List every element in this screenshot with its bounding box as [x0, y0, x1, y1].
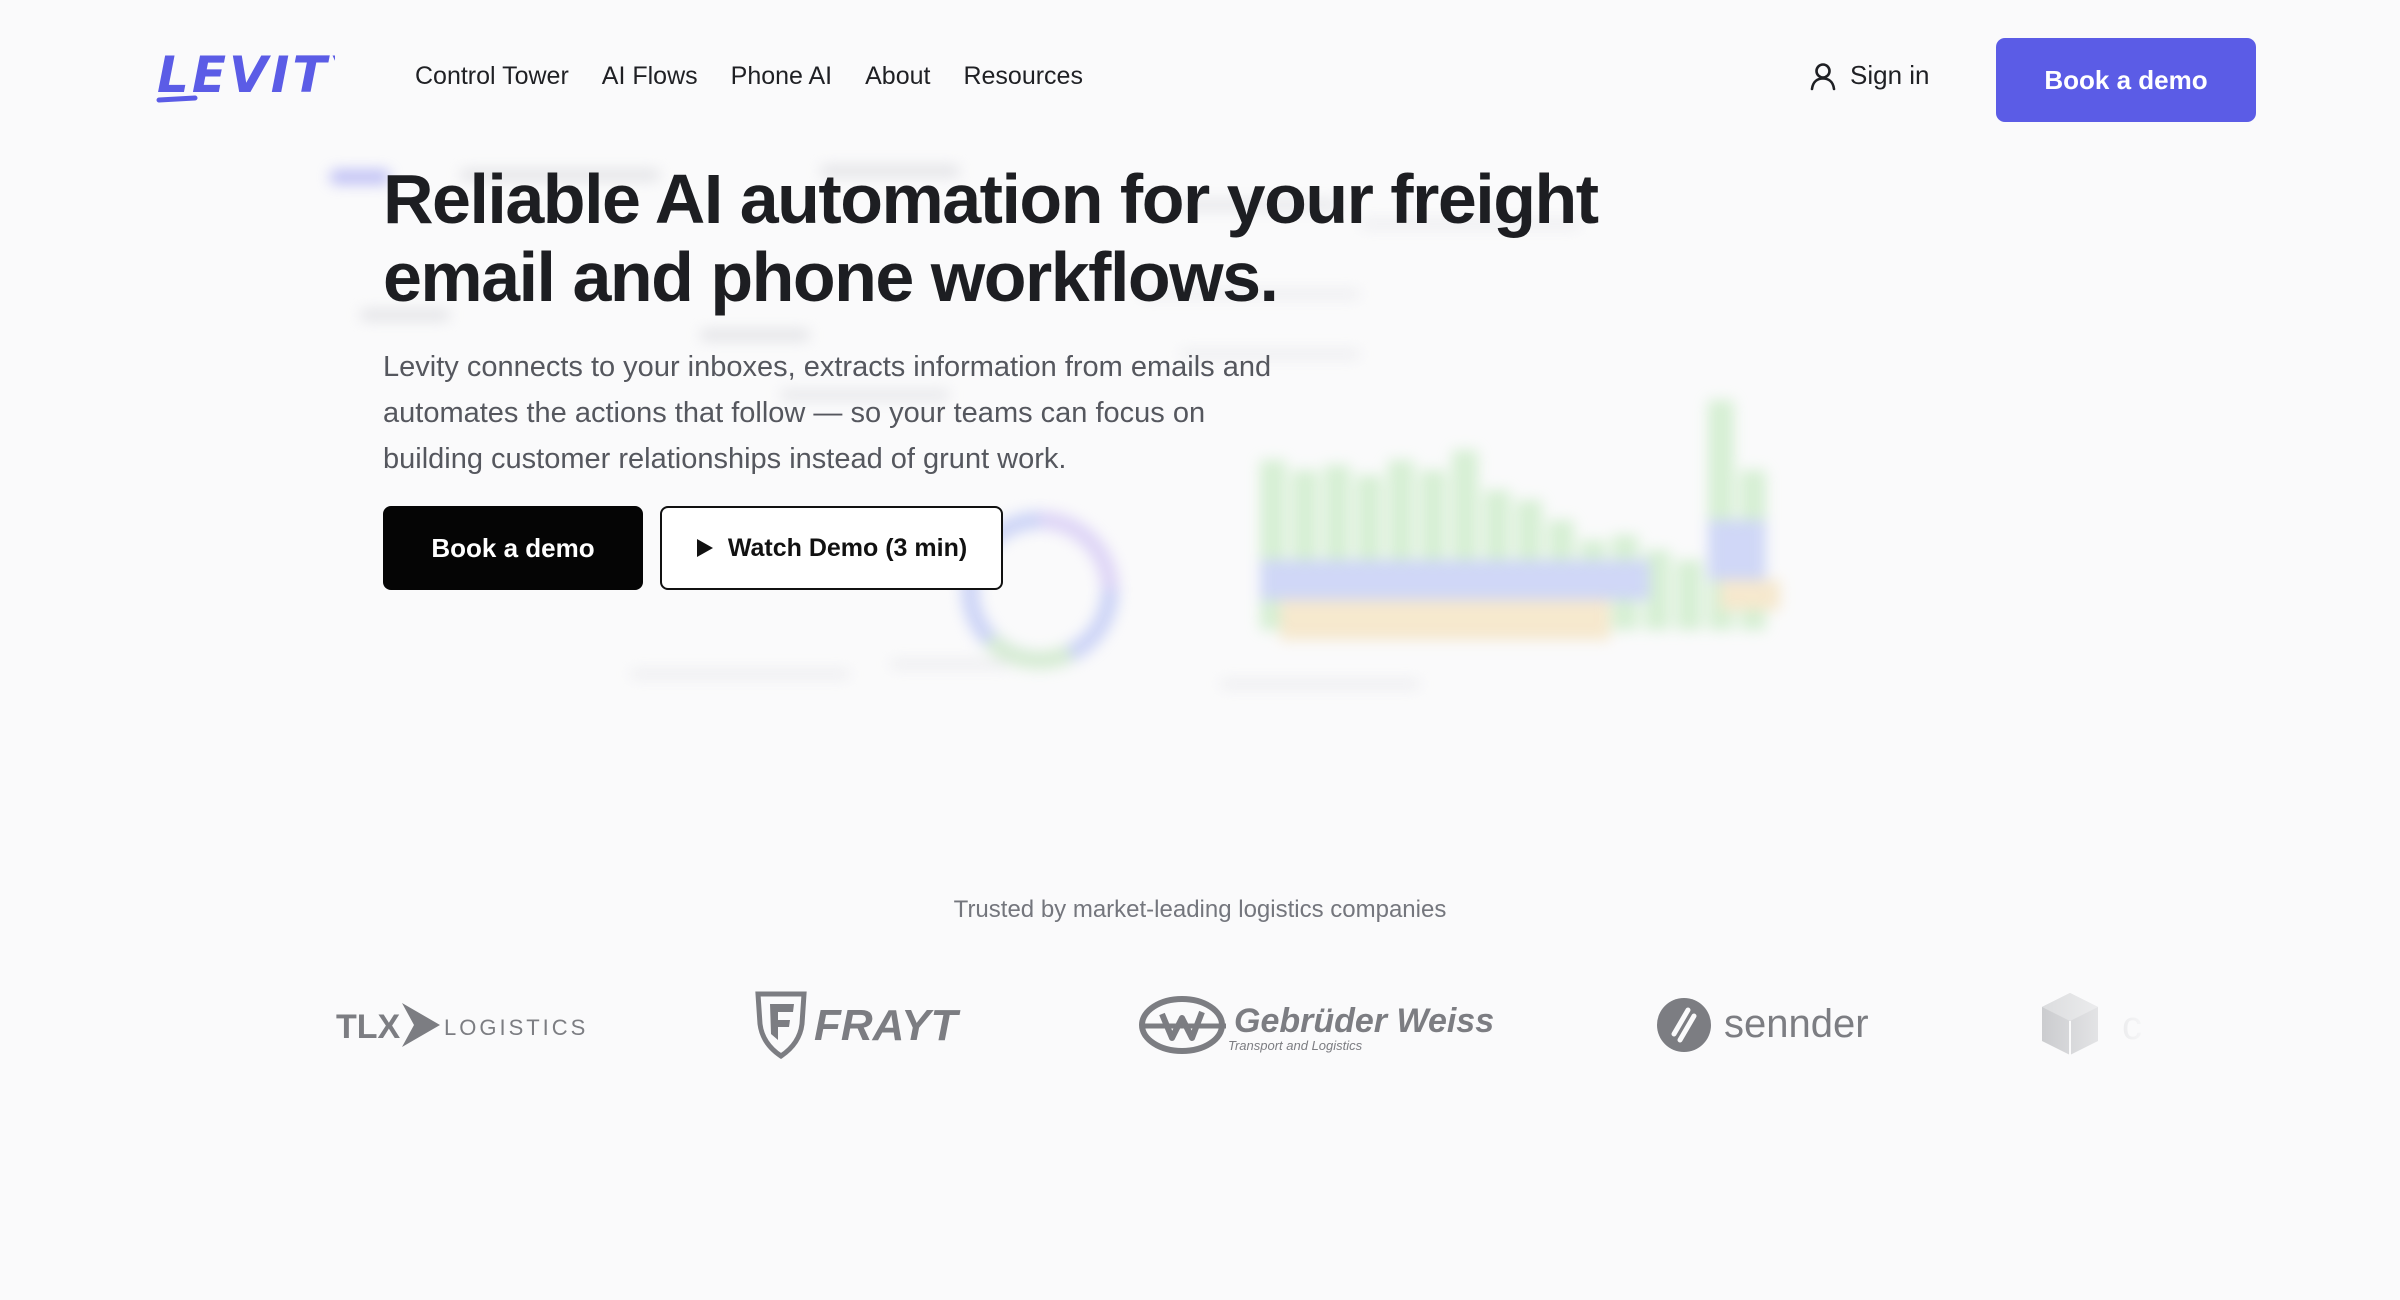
nav-link-about[interactable]: About [865, 62, 930, 91]
main-nav: Control Tower AI Flows Phone AI About Re… [415, 62, 1083, 91]
page: LEVITY Control Tower AI Flows Phone AI A… [0, 0, 2400, 1300]
logo-gebruder-weiss: Gebrüder Weiss Transport and Logistics [1136, 970, 1506, 1080]
logistics-text: LOGISTICS [444, 1015, 588, 1040]
nav-link-ai-flows[interactable]: AI Flows [602, 62, 698, 91]
hero-subtitle-line-3: building customer relationships instead … [383, 443, 1067, 475]
nav-link-control-tower[interactable]: Control Tower [415, 62, 569, 91]
logo-sennder: sennder [1656, 970, 1886, 1080]
trusted-heading: Trusted by market-leading logistics comp… [953, 896, 1447, 923]
watch-demo-label: Watch Demo (3 min) [727, 533, 968, 562]
gw-swoosh-icon [1139, 996, 1226, 1054]
chevron-arrow-icon [402, 1003, 440, 1047]
user-icon [1810, 62, 1836, 90]
play-icon [696, 539, 713, 557]
hero-subtitle-line-1: Levity connects to your inboxes, extract… [383, 351, 1272, 383]
hero-title-line-2: email and phone workflows. [383, 238, 1279, 316]
sennder-text: sennder [1724, 1002, 1869, 1046]
frayt-text: FRAYT [814, 1001, 961, 1050]
logo-wordmark: LEVITY [157, 46, 335, 104]
gebruder-weiss-text: Gebrüder Weiss [1234, 1002, 1494, 1040]
sign-in-link[interactable]: Sign in [1808, 60, 1930, 91]
logo-frayt: FRAYT [752, 970, 982, 1080]
tlx-text: TLX [336, 1008, 401, 1046]
top-navigation: LEVITY Control Tower AI Flows Phone AI A… [0, 0, 2400, 160]
hero-subtitle-line-2: automates the actions that follow — so y… [383, 397, 1206, 429]
shield-f-icon [755, 991, 807, 1060]
nav-book-demo-button[interactable]: Book a demo [1996, 38, 2256, 122]
nav-link-phone-ai[interactable]: Phone AI [731, 62, 832, 91]
sign-in-label: Sign in [1850, 60, 1930, 90]
sennder-s-icon [1657, 998, 1711, 1052]
logo-strip-fade [2040, 970, 2200, 1080]
gebruder-weiss-tagline: Transport and Logistics [1228, 1038, 1363, 1053]
hero-title: Reliable AI automation for your freight … [383, 160, 1683, 316]
nav-link-resources[interactable]: Resources [963, 62, 1083, 91]
watch-demo-button[interactable]: Watch Demo (3 min) [660, 506, 1003, 590]
levity-logo[interactable]: LEVITY [155, 44, 335, 112]
logo-tlx-logistics: TLX LOGISTICS [336, 970, 596, 1080]
hero-book-demo-button[interactable]: Book a demo [383, 506, 643, 590]
hero-title-line-1: Reliable AI automation for your freight [383, 160, 1599, 238]
hero-subtitle: Levity connects to your inboxes, extract… [383, 344, 1443, 482]
